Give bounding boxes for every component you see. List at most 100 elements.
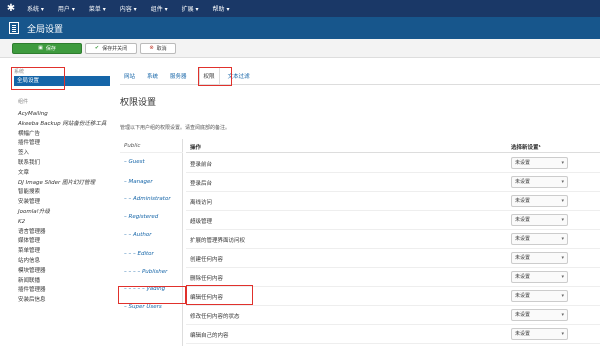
sidebar-item[interactable]: Joomla!升级 xyxy=(18,208,114,218)
setting-select-value: 未设置 xyxy=(515,312,531,318)
top-navbar: ✱ 系统 ▾ 用户 ▾ 菜单 ▾ 内容 ▾ 组件 ▾ 扩展 ▾ 帮助 ▾ xyxy=(0,0,600,17)
setting-select[interactable]: 未设置 ▾ xyxy=(511,309,568,321)
sidebar-item[interactable]: 智能搜索 xyxy=(18,188,114,198)
cancel-icon: ⊗ xyxy=(149,45,154,51)
user-group-item[interactable]: – – – Editor xyxy=(124,251,154,257)
setting-select[interactable]: 未设置 ▾ xyxy=(511,328,568,340)
tab-2[interactable]: 服务器 xyxy=(170,72,187,80)
sidebar-item[interactable]: 站内信息 xyxy=(18,257,114,267)
column-action: 操作 xyxy=(190,145,202,151)
sidebar-item[interactable]: 安装管理 xyxy=(18,198,114,208)
setting-select-value: 未设置 xyxy=(515,293,531,299)
chevron-down-icon: ▾ xyxy=(561,312,564,318)
chevron-down-icon: ▾ xyxy=(561,160,564,166)
sidebar-item[interactable]: DJ Image Slider 图片幻灯管理 xyxy=(18,179,114,189)
action-label: 创建任何内容 xyxy=(190,257,224,263)
sidebar-item[interactable]: 菜单管理 xyxy=(18,247,114,257)
setting-select[interactable]: 未设置 ▾ xyxy=(511,252,568,264)
user-group-item[interactable]: – Guest xyxy=(124,159,145,165)
menu-help[interactable]: 帮助 ▾ xyxy=(213,4,230,13)
setting-select-value: 未设置 xyxy=(515,179,531,185)
main-menu: 系统 ▾ 用户 ▾ 菜单 ▾ 内容 ▾ 组件 ▾ 扩展 ▾ 帮助 ▾ xyxy=(27,4,243,13)
sidebar-item[interactable]: 安装后信息 xyxy=(18,296,114,306)
sidebar-item[interactable]: 插件管理器 xyxy=(18,286,114,296)
menu-components[interactable]: 组件 ▾ xyxy=(151,4,168,13)
chevron-down-icon: ▾ xyxy=(561,255,564,261)
action-label: 离线访问 xyxy=(190,200,213,206)
action-label: 登录前台 xyxy=(190,162,213,168)
setting-select[interactable]: 未设置 ▾ xyxy=(511,233,568,245)
sidebar-item[interactable]: 横幅广告 xyxy=(18,130,114,140)
cancel-button[interactable]: ⊗ 取消 xyxy=(140,42,176,54)
config-tabs: 网站 系统 服务器 权限 文本过滤 xyxy=(124,66,262,86)
setting-select[interactable]: 未设置 ▾ xyxy=(511,176,568,188)
save-close-button-label: 保存并关闭 xyxy=(102,45,128,52)
user-group-item[interactable]: – Super Users xyxy=(124,304,162,310)
table-row: 扩展的管理界面访问权 未设置 ▾ xyxy=(186,230,600,249)
user-group-item[interactable]: – – Author xyxy=(124,232,152,238)
sidebar-components-title: 组件 xyxy=(18,99,29,105)
chevron-down-icon: ▾ xyxy=(561,236,564,242)
setting-select[interactable]: 未设置 ▾ xyxy=(511,271,568,283)
menu-users[interactable]: 用户 ▾ xyxy=(58,4,75,13)
permissions-description: 管理以下用户组的权限设置。请查阅底部的备注。 xyxy=(120,125,231,131)
table-row: 离线访问 未设置 ▾ xyxy=(186,192,600,211)
sidebar-item[interactable]: 联系我们 xyxy=(18,159,114,169)
table-row: 超级管理 未设置 ▾ xyxy=(186,211,600,230)
column-setting: 选择新设置¹ xyxy=(511,145,541,151)
title-bar: 全局设置 xyxy=(0,17,600,39)
user-group-item[interactable]: – Manager xyxy=(124,179,153,185)
table-row: 登录后台 未设置 ▾ xyxy=(186,173,600,192)
table-row: 登录前台 未设置 ▾ xyxy=(186,154,600,173)
setting-select[interactable]: 未设置 ▾ xyxy=(511,290,568,302)
action-label: 编辑自己的内容 xyxy=(190,333,229,339)
table-header: 操作 选择新设置¹ xyxy=(186,139,600,153)
sidebar: 系统 全局设置 组件 AcyMailing Akeeba Backup 网站备份迁… xyxy=(0,64,115,346)
sidebar-item[interactable]: 模块管理器 xyxy=(18,267,114,277)
setting-select[interactable]: 未设置 ▾ xyxy=(511,157,568,169)
sidebar-item[interactable]: 语言管理器 xyxy=(18,228,114,238)
highlight-box-tab xyxy=(198,67,232,86)
save-button-label: 保存 xyxy=(45,45,56,52)
tab-divider xyxy=(120,84,600,85)
menu-menus[interactable]: 菜单 ▾ xyxy=(89,4,106,13)
sidebar-item[interactable]: 插件管理 xyxy=(18,139,114,149)
sidebar-component-list: AcyMailing Akeeba Backup 网站备份迁移工具 横幅广告 插件管理… xyxy=(18,110,114,306)
table-row: 编辑自己的内容 未设置 ▾ xyxy=(186,325,600,344)
setting-select-value: 未设置 xyxy=(515,217,531,223)
chevron-down-icon: ▾ xyxy=(561,274,564,280)
check-icon: ✔ xyxy=(94,45,100,51)
setting-select[interactable]: 未设置 ▾ xyxy=(511,195,568,207)
setting-select-value: 未设置 xyxy=(515,160,531,166)
sidebar-item[interactable]: 新闻联播 xyxy=(18,277,114,287)
highlight-box-row xyxy=(186,285,253,305)
user-group-item[interactable]: – Registered xyxy=(124,214,158,220)
tab-1[interactable]: 系统 xyxy=(147,72,158,80)
sidebar-item[interactable]: 文章 xyxy=(18,169,114,179)
save-close-button[interactable]: ✔ 保存并关闭 xyxy=(85,42,137,54)
menu-content[interactable]: 内容 ▾ xyxy=(120,4,137,13)
sidebar-item[interactable]: Akeeba Backup 网站备份迁移工具 xyxy=(18,120,114,130)
user-group-item[interactable]: – – Administrator xyxy=(124,196,171,202)
sidebar-item[interactable]: 媒体管理 xyxy=(18,237,114,247)
setting-select[interactable]: 未设置 ▾ xyxy=(511,214,568,226)
user-group-list: Public – Guest – Manager – – Administrator –… xyxy=(120,139,183,346)
sidebar-item[interactable]: K2 xyxy=(18,218,114,228)
tab-0[interactable]: 网站 xyxy=(124,72,135,80)
table-row: 修改任何内容的状态 未设置 ▾ xyxy=(186,306,600,325)
chevron-down-icon: ▾ xyxy=(561,331,564,337)
user-group-item[interactable]: Public xyxy=(124,143,140,149)
page-title: 全局设置 xyxy=(27,24,64,35)
menu-system[interactable]: 系统 ▾ xyxy=(27,4,44,13)
joomla-logo-icon[interactable]: ✱ xyxy=(5,3,17,15)
table-row: 创建任何内容 未设置 ▾ xyxy=(186,249,600,268)
action-label: 登录后台 xyxy=(190,181,213,187)
sidebar-item[interactable]: 签入 xyxy=(18,149,114,159)
setting-select-value: 未设置 xyxy=(515,274,531,280)
menu-extensions[interactable]: 扩展 ▾ xyxy=(182,4,199,13)
action-label: 扩展的管理界面访问权 xyxy=(190,238,246,244)
save-icon: ▣ xyxy=(38,45,43,51)
sidebar-item[interactable]: AcyMailing xyxy=(18,110,114,120)
user-group-item[interactable]: – – – – Publisher xyxy=(124,269,167,275)
save-button[interactable]: ▣ 保存 xyxy=(12,42,82,54)
